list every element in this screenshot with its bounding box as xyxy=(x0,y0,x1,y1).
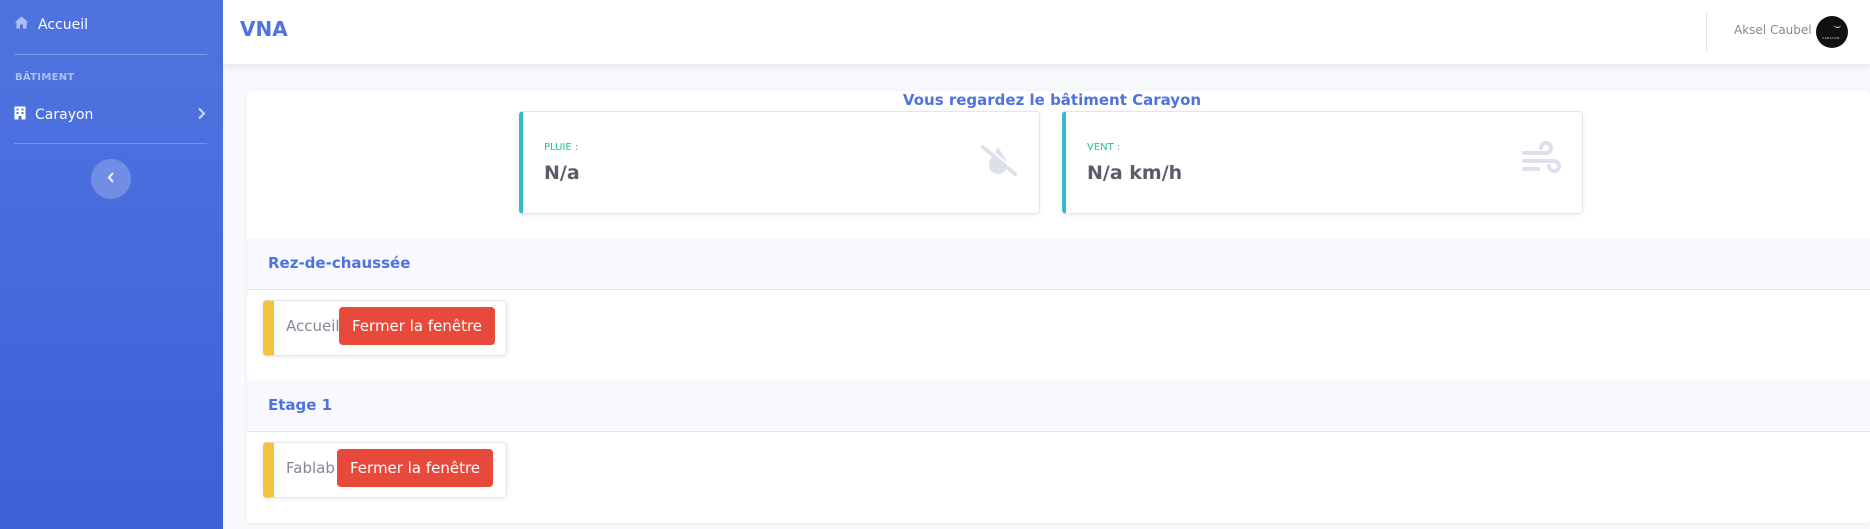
floor-title: Rez-de-chaussée xyxy=(268,254,411,272)
room-card: Accueil : Fermer la fenêtre xyxy=(263,300,507,356)
app-title[interactable]: VNA xyxy=(240,17,288,41)
user-name[interactable]: Aksel Caubel xyxy=(1734,23,1812,37)
topbar: VNA Aksel Caubel CARAYON xyxy=(223,0,1870,64)
sidebar-item-label: Accueil xyxy=(38,16,88,33)
chevron-left-icon xyxy=(107,171,115,187)
building-icon xyxy=(14,106,26,124)
sidebar-item-carayon[interactable]: Carayon xyxy=(14,106,206,124)
wind-stat-value: N/a km/h xyxy=(1087,162,1183,184)
close-window-button[interactable]: Fermer la fenêtre xyxy=(337,449,494,487)
sidebar: Accueil BÂTIMENT Carayon xyxy=(0,0,223,529)
building-card: Vous regardez le bâtiment Carayon PLUIE … xyxy=(247,91,1870,523)
avatar-logo-mark xyxy=(1834,22,1841,28)
floor-header: Etage 1 xyxy=(247,380,1870,432)
floor-header: Rez-de-chaussée xyxy=(247,238,1870,290)
floor-title: Etage 1 xyxy=(268,396,333,414)
sidebar-toggle-button[interactable] xyxy=(91,159,131,199)
avatar[interactable]: CARAYON xyxy=(1816,16,1848,48)
rain-stat-label: PLUIE : xyxy=(544,142,579,153)
building-viewing-title: Vous regardez le bâtiment Carayon xyxy=(902,91,1202,109)
chevron-right-icon xyxy=(197,106,206,124)
home-icon xyxy=(14,16,29,33)
wind-icon xyxy=(1518,141,1564,179)
wind-stat-label: VENT : xyxy=(1087,142,1121,153)
rain-off-icon xyxy=(975,141,1021,179)
close-window-button[interactable]: Fermer la fenêtre xyxy=(339,307,496,345)
avatar-logo-text: CARAYON xyxy=(1822,36,1840,40)
wind-stat-card: VENT : N/a km/h xyxy=(1062,111,1583,214)
topbar-divider xyxy=(1706,12,1707,52)
sidebar-divider xyxy=(14,54,207,55)
sidebar-heading: BÂTIMENT xyxy=(15,72,75,83)
sidebar-item-label: Carayon xyxy=(35,107,94,123)
room-name: Fablab : xyxy=(286,459,345,477)
sidebar-item-home[interactable]: Accueil xyxy=(14,16,88,33)
rain-stat-card: PLUIE : N/a xyxy=(519,111,1040,214)
room-card: Fablab : Fermer la fenêtre xyxy=(263,442,507,498)
sidebar-divider xyxy=(14,143,207,144)
rain-stat-value: N/a xyxy=(544,162,580,184)
